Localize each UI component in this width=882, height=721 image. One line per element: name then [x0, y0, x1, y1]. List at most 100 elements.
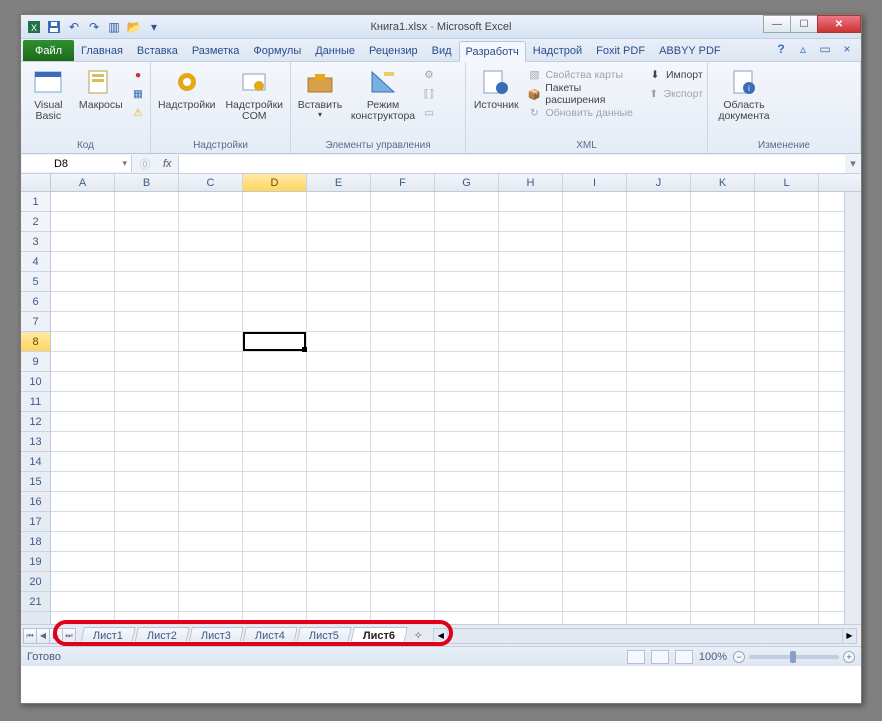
col-header-H[interactable]: H — [499, 174, 563, 191]
document-panel-button[interactable]: i Область документа — [712, 64, 776, 122]
tab-addins[interactable]: Надстрой — [526, 40, 589, 61]
open-icon[interactable]: 📂 — [125, 18, 143, 36]
cells-grid[interactable] — [51, 192, 861, 624]
sheet-tab-1[interactable]: Лист1 — [80, 627, 136, 644]
tab-file[interactable]: Файл — [23, 40, 74, 61]
row-header-1[interactable]: 1 — [21, 192, 50, 212]
view-page-layout-button[interactable] — [651, 650, 669, 664]
hscroll-left-icon[interactable]: ◀ — [434, 629, 448, 643]
maximize-button[interactable]: ☐ — [790, 15, 818, 33]
tab-formulas[interactable]: Формулы — [246, 40, 308, 61]
view-code-button[interactable]: ⟦⟧ — [421, 85, 437, 103]
tab-foxit[interactable]: Foxit PDF — [589, 40, 652, 61]
row-header-7[interactable]: 7 — [21, 312, 50, 332]
tab-review[interactable]: Рецензир — [362, 40, 425, 61]
expansion-packs-button[interactable]: 📦Пакеты расширения — [526, 85, 643, 103]
tab-insert[interactable]: Вставка — [130, 40, 185, 61]
col-header-L[interactable]: L — [755, 174, 819, 191]
new-icon[interactable]: ▥ — [105, 18, 123, 36]
row-header-6[interactable]: 6 — [21, 292, 50, 312]
ribbon-minimize-icon[interactable]: ▵ — [795, 42, 811, 56]
design-mode-button[interactable]: Режим конструктора — [349, 64, 417, 122]
fx-label[interactable]: fx — [157, 158, 178, 170]
tab-data[interactable]: Данные — [308, 40, 362, 61]
sheet-tab-6[interactable]: Лист6 — [350, 627, 408, 644]
formula-expand-icon[interactable]: ▾ — [845, 157, 861, 170]
tab-nav-first[interactable]: ⏮ — [23, 628, 37, 644]
tab-nav-last[interactable]: ⏭ — [62, 628, 76, 644]
row-header-4[interactable]: 4 — [21, 252, 50, 272]
col-header-A[interactable]: A — [51, 174, 115, 191]
undo-icon[interactable]: ↶ — [65, 18, 83, 36]
row-header-3[interactable]: 3 — [21, 232, 50, 252]
col-header-C[interactable]: C — [179, 174, 243, 191]
sheet-tab-4[interactable]: Лист4 — [242, 627, 298, 644]
macro-security-button[interactable]: ⚠ — [130, 104, 146, 122]
save-icon[interactable] — [45, 18, 63, 36]
hscroll-right-icon[interactable]: ▶ — [842, 629, 856, 643]
com-addins-button[interactable]: Надстройки COM — [223, 64, 287, 122]
qat-customize-icon[interactable]: ▾ — [145, 18, 163, 36]
select-all-corner[interactable] — [21, 174, 51, 191]
row-header-20[interactable]: 20 — [21, 572, 50, 592]
name-box[interactable]: ▾ — [22, 155, 132, 172]
row-header-13[interactable]: 13 — [21, 432, 50, 452]
tab-layout[interactable]: Разметка — [185, 40, 247, 61]
col-header-I[interactable]: I — [563, 174, 627, 191]
vertical-scrollbar[interactable] — [844, 192, 861, 624]
visual-basic-button[interactable]: Visual Basic — [25, 64, 72, 122]
row-header-9[interactable]: 9 — [21, 352, 50, 372]
col-header-J[interactable]: J — [627, 174, 691, 191]
relative-refs-button[interactable]: ▦ — [130, 85, 146, 103]
col-header-E[interactable]: E — [307, 174, 371, 191]
row-header-11[interactable]: 11 — [21, 392, 50, 412]
row-header-17[interactable]: 17 — [21, 512, 50, 532]
refresh-data-button[interactable]: ↻Обновить данные — [526, 104, 643, 122]
redo-icon[interactable]: ↷ — [85, 18, 103, 36]
macros-button[interactable]: Макросы — [76, 64, 126, 111]
sheet-tab-5[interactable]: Лист5 — [296, 627, 352, 644]
active-cell[interactable] — [243, 332, 306, 351]
horizontal-scrollbar[interactable]: ◀ ▶ — [433, 628, 857, 644]
name-box-input[interactable] — [26, 158, 96, 170]
zoom-in-button[interactable]: + — [843, 651, 855, 663]
row-header-5[interactable]: 5 — [21, 272, 50, 292]
sheet-tab-2[interactable]: Лист2 — [134, 627, 190, 644]
mdi-close-icon[interactable]: × — [839, 42, 855, 56]
row-header-14[interactable]: 14 — [21, 452, 50, 472]
record-macro-button[interactable]: ● — [130, 66, 146, 84]
cancel-formula-icon[interactable]: ⓪ — [133, 156, 157, 172]
zoom-slider[interactable] — [749, 655, 839, 659]
run-dialog-button[interactable]: ▭ — [421, 104, 437, 122]
tab-home[interactable]: Главная — [74, 40, 130, 61]
sheet-tab-3[interactable]: Лист3 — [188, 627, 244, 644]
row-header-16[interactable]: 16 — [21, 492, 50, 512]
tab-nav-prev[interactable]: ◀ — [36, 628, 50, 644]
row-header-2[interactable]: 2 — [21, 212, 50, 232]
xml-source-button[interactable]: Источник — [470, 64, 522, 111]
tab-developer[interactable]: Разработч — [459, 41, 526, 62]
row-header-10[interactable]: 10 — [21, 372, 50, 392]
close-button[interactable]: ✕ — [817, 15, 861, 33]
row-header-21[interactable]: 21 — [21, 592, 50, 612]
zoom-out-button[interactable]: − — [733, 651, 745, 663]
help-icon[interactable]: ? — [773, 42, 789, 56]
tab-view[interactable]: Вид — [425, 40, 459, 61]
new-sheet-button[interactable]: ✧ — [407, 629, 429, 642]
addins-button[interactable]: Надстройки — [155, 64, 219, 111]
col-header-B[interactable]: B — [115, 174, 179, 191]
row-header-19[interactable]: 19 — [21, 552, 50, 572]
minimize-button[interactable]: — — [763, 15, 791, 33]
tab-abbyy[interactable]: ABBYY PDF — [652, 40, 728, 61]
row-header-12[interactable]: 12 — [21, 412, 50, 432]
view-page-break-button[interactable] — [675, 650, 693, 664]
export-button[interactable]: ⬆Экспорт — [647, 85, 703, 103]
row-header-18[interactable]: 18 — [21, 532, 50, 552]
properties-button[interactable]: ⚙ — [421, 66, 437, 84]
row-header-15[interactable]: 15 — [21, 472, 50, 492]
tab-nav-next[interactable]: ▶ — [49, 628, 63, 644]
import-button[interactable]: ⬇Импорт — [647, 66, 703, 84]
view-normal-button[interactable] — [627, 650, 645, 664]
zoom-level[interactable]: 100% — [699, 651, 727, 663]
mdi-restore-icon[interactable]: ▭ — [817, 42, 833, 56]
